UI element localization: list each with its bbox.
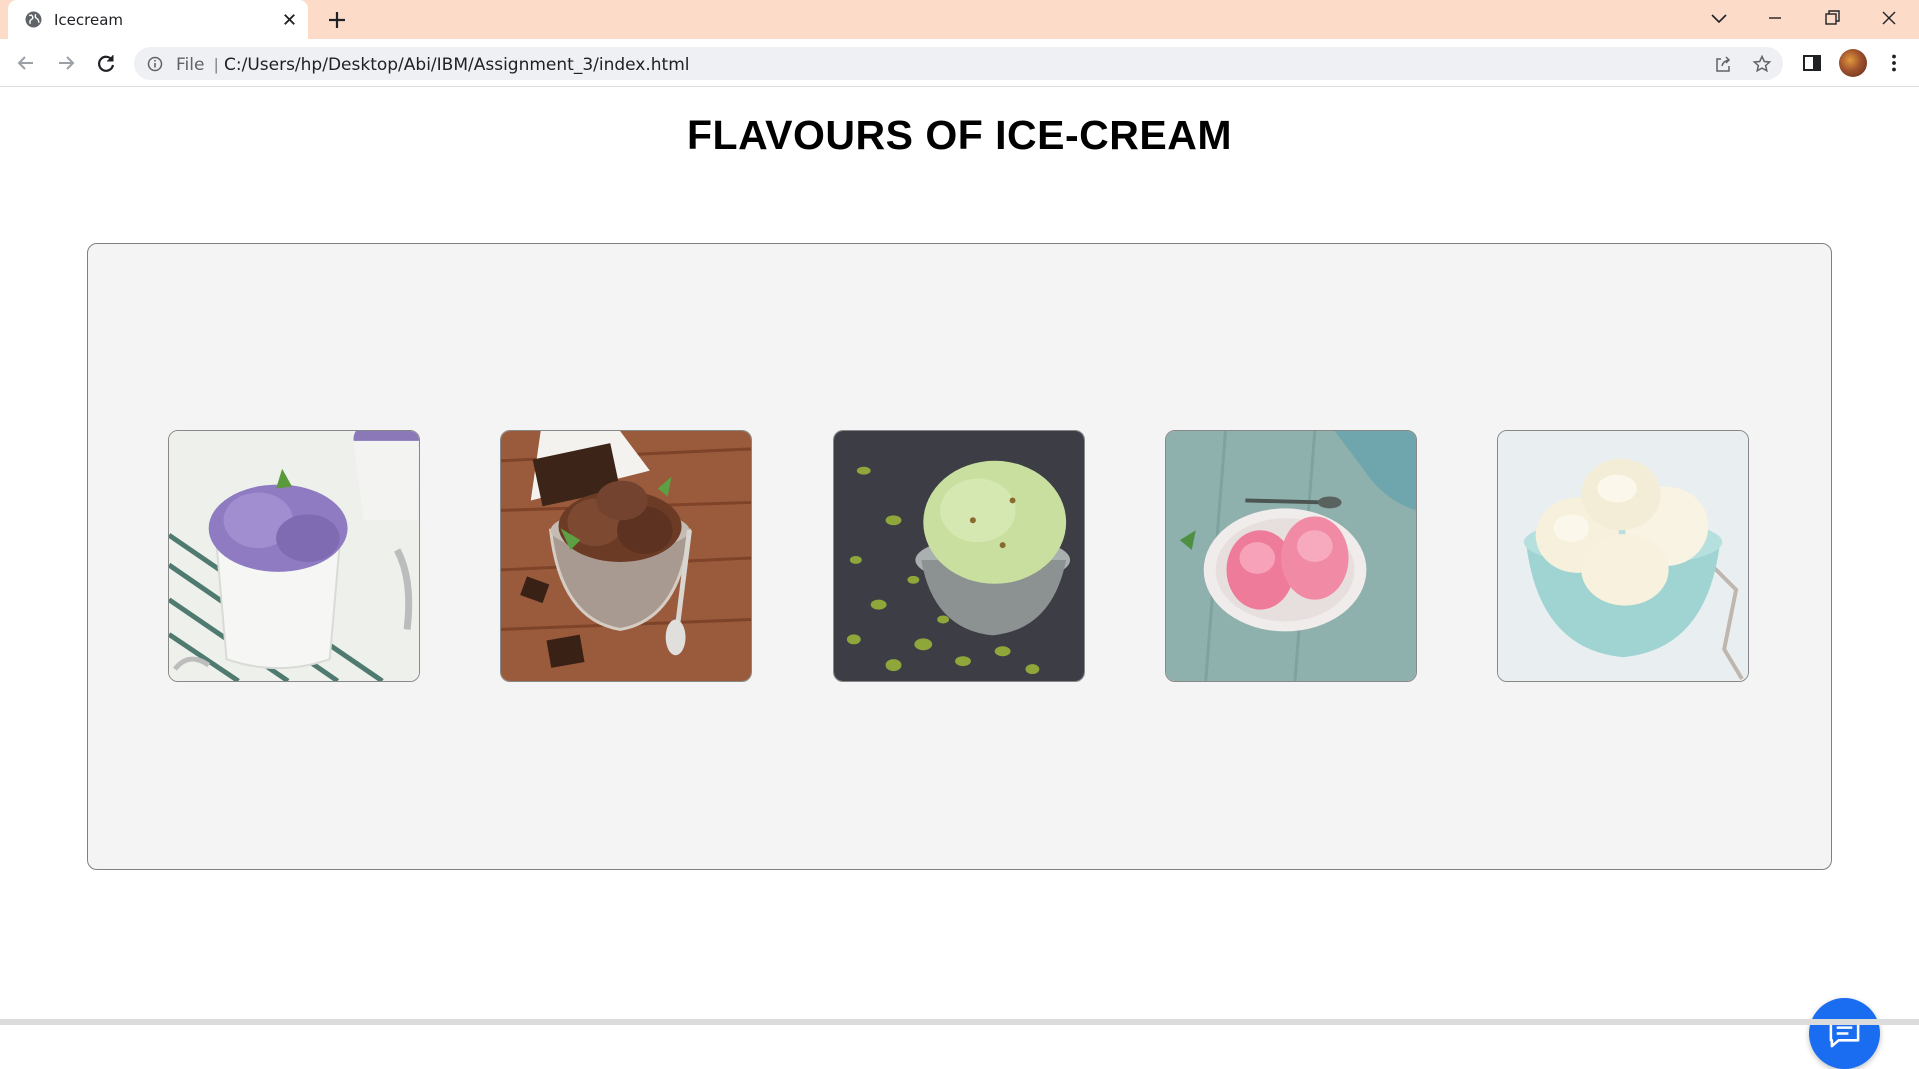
bookmark-star-icon[interactable]: [1752, 54, 1772, 74]
url-text[interactable]: C:/Users/hp/Desktop/Abi/IBM/Assignment_3…: [224, 55, 690, 75]
chat-button[interactable]: [1809, 998, 1880, 1069]
restore-icon[interactable]: [1820, 6, 1844, 30]
page-title: FLAVOURS OF ICE-CREAM: [686, 112, 1232, 158]
blueberry-ice-cream-image: [169, 431, 419, 681]
browser-tab[interactable]: Icecream: [8, 0, 308, 39]
minimize-icon[interactable]: [1763, 6, 1787, 30]
info-icon[interactable]: [147, 56, 163, 72]
scheme-label: File: [176, 55, 205, 75]
back-arrow-icon[interactable]: [13, 50, 39, 76]
globe-icon: [25, 11, 42, 28]
flavour-card-strawberry[interactable]: [1165, 430, 1417, 682]
new-tab-icon[interactable]: [326, 9, 348, 31]
web-page: FLAVOURS OF ICE-CREAM: [0, 88, 1919, 1069]
browser-toolbar: File | C:/Users/hp/Desktop/Abi/IBM/Assig…: [0, 39, 1919, 87]
tab-title: Icecream: [54, 11, 124, 29]
forward-arrow-icon[interactable]: [53, 50, 79, 76]
share-icon[interactable]: [1713, 54, 1733, 74]
pistachio-ice-cream-image: [834, 431, 1084, 681]
address-separator: |: [214, 55, 219, 74]
tab-search-chevron-icon[interactable]: [1707, 6, 1731, 30]
menu-kebab-icon[interactable]: [1883, 52, 1905, 74]
flavour-card-pistachio[interactable]: [833, 430, 1085, 682]
side-panel-icon[interactable]: [1801, 52, 1823, 74]
reload-icon[interactable]: [93, 50, 119, 76]
close-tab-icon[interactable]: [280, 10, 299, 29]
close-window-icon[interactable]: [1877, 6, 1901, 30]
horizontal-scrollbar[interactable]: [0, 1019, 1919, 1025]
address-bar[interactable]: File | C:/Users/hp/Desktop/Abi/IBM/Assig…: [134, 47, 1783, 80]
flavour-card-chocolate[interactable]: [500, 430, 752, 682]
profile-avatar[interactable]: [1839, 49, 1867, 77]
chocolate-ice-cream-image: [501, 431, 751, 681]
flavour-gallery: [87, 243, 1832, 870]
vanilla-ice-cream-image: [1498, 431, 1748, 681]
flavour-card-vanilla[interactable]: [1497, 430, 1749, 682]
browser-tab-bar: Icecream: [0, 0, 1919, 39]
flavour-card-blueberry[interactable]: [168, 430, 420, 682]
strawberry-ice-cream-image: [1166, 431, 1416, 681]
